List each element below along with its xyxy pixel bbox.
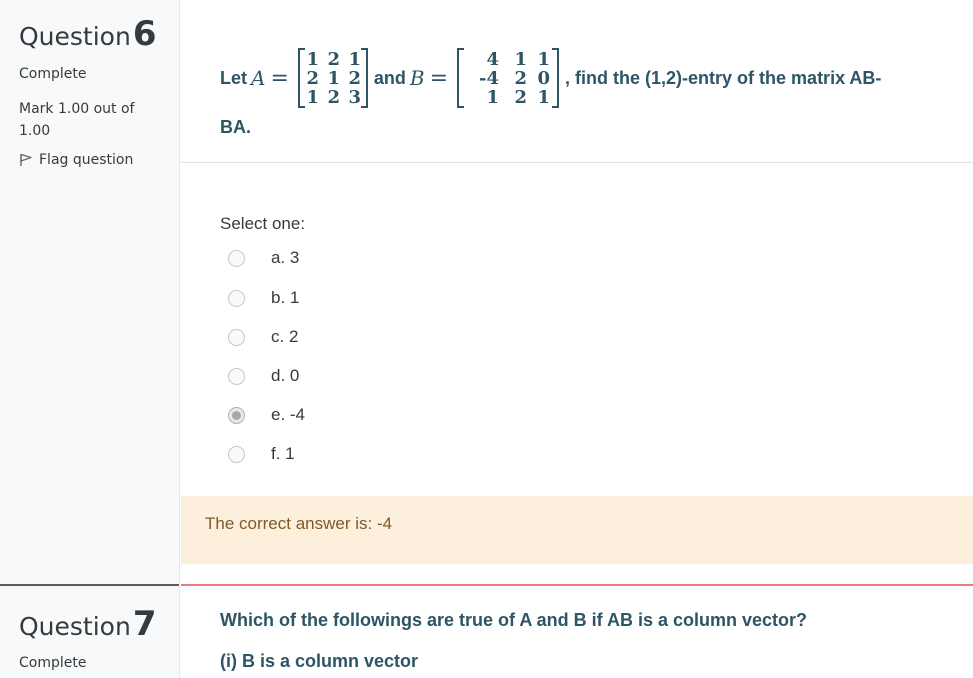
right-bracket <box>360 48 368 108</box>
matrix-entry: 3 <box>348 87 361 108</box>
matrix-entry: 2 <box>306 68 319 89</box>
correct-answer-feedback: The correct answer is: -4 <box>181 496 973 564</box>
matrix-entry: 1 <box>487 87 500 108</box>
radio-button[interactable] <box>228 328 245 346</box>
matrix-a: 121212123 <box>296 47 370 109</box>
question-7-title: Question7 <box>19 604 157 644</box>
right-bracket <box>552 48 560 108</box>
radio-button[interactable] <box>228 445 245 463</box>
var-b: B <box>409 66 425 90</box>
question-6-text-area: Let A = 121212123 and B = 4 1 1 -4 2 0 1 2 1 , f… <box>181 0 973 163</box>
text-suffix: , find the (1,2)-entry of the matrix AB- <box>565 67 882 88</box>
question-7-statement-i: (i) B is a column vector <box>220 651 419 671</box>
matrix-entry: 1 <box>306 87 319 108</box>
matrix-entry: 0 <box>538 68 551 89</box>
matrix-entry: 1 <box>538 87 551 108</box>
question-text: Let A = 121212123 and B = 4 1 1 -4 2 0 1 2 1 , f… <box>220 47 881 109</box>
answer-option-b[interactable]: b. 1 <box>228 286 428 310</box>
question-7-text: Which of the followings are true of A an… <box>220 610 808 630</box>
select-one-prompt: Select one: <box>220 214 306 233</box>
matrix-entry: 1 <box>348 49 361 70</box>
question-label: Question <box>19 22 131 51</box>
option-label: f. 1 <box>271 444 295 463</box>
flag-label: Flag question <box>39 152 134 168</box>
question-grade: Mark 1.00 out of 1.00 <box>19 101 135 139</box>
answer-option-d[interactable]: d. 0 <box>228 364 428 388</box>
left-bracket <box>297 48 305 108</box>
option-label: a. 3 <box>271 248 300 267</box>
question-divider-accent <box>181 584 973 586</box>
option-label: b. 1 <box>271 288 300 307</box>
matrix-entry: 1 <box>327 68 340 89</box>
matrix-entry: 4 <box>487 49 500 70</box>
var-a: A <box>251 66 266 90</box>
option-label: e. -4 <box>271 405 306 424</box>
option-label: c. 2 <box>271 327 299 346</box>
question-state: Complete <box>19 655 87 671</box>
text-let: Let <box>220 67 247 88</box>
flag-icon <box>19 153 33 167</box>
question-7-info: Question7 Complete <box>0 586 180 678</box>
matrix-entry: 2 <box>327 87 340 108</box>
matrix-entry: 2 <box>348 68 361 89</box>
radio-button[interactable] <box>228 249 245 267</box>
matrix-entry: 2 <box>515 87 528 108</box>
answer-option-e[interactable]: e. -4 <box>228 403 428 427</box>
question-6-info: Question6 Complete Mark 1.00 out of 1.00… <box>0 0 180 585</box>
question-number: 7 <box>132 604 157 644</box>
matrix-entry: 1 <box>538 49 551 70</box>
option-label: d. 0 <box>271 366 300 385</box>
radio-button[interactable] <box>228 367 245 385</box>
matrix-entry: 2 <box>327 49 340 70</box>
question-number: 6 <box>132 14 157 54</box>
question-6-title: Question6 <box>19 14 157 54</box>
matrix-entry: 1 <box>306 49 319 70</box>
matrix-entry: 1 <box>515 49 528 70</box>
matrix-entry: -4 <box>479 68 499 89</box>
matrix-b: 4 1 1 -4 2 0 1 2 1 <box>455 47 561 109</box>
radio-button[interactable] <box>228 289 245 307</box>
answer-block: Select one: a. 3 b. 1 c. 2 d. 0 e. -4 f.… <box>220 214 306 463</box>
equals-sign: = <box>270 65 289 91</box>
question-text-line2: BA. <box>220 117 251 137</box>
left-bracket <box>457 48 465 108</box>
question-state: Complete <box>19 66 87 82</box>
radio-button-selected[interactable] <box>228 406 245 424</box>
answer-option-c[interactable]: c. 2 <box>228 325 428 349</box>
text-and: and <box>373 67 406 88</box>
flag-question-link[interactable]: Flag question <box>19 152 133 168</box>
answer-option-f[interactable]: f. 1 <box>228 442 428 466</box>
equals-sign: = <box>429 65 449 91</box>
question-label: Question <box>19 612 131 641</box>
answer-option-a[interactable]: a. 3 <box>228 246 428 270</box>
matrix-entry: 2 <box>515 68 528 89</box>
